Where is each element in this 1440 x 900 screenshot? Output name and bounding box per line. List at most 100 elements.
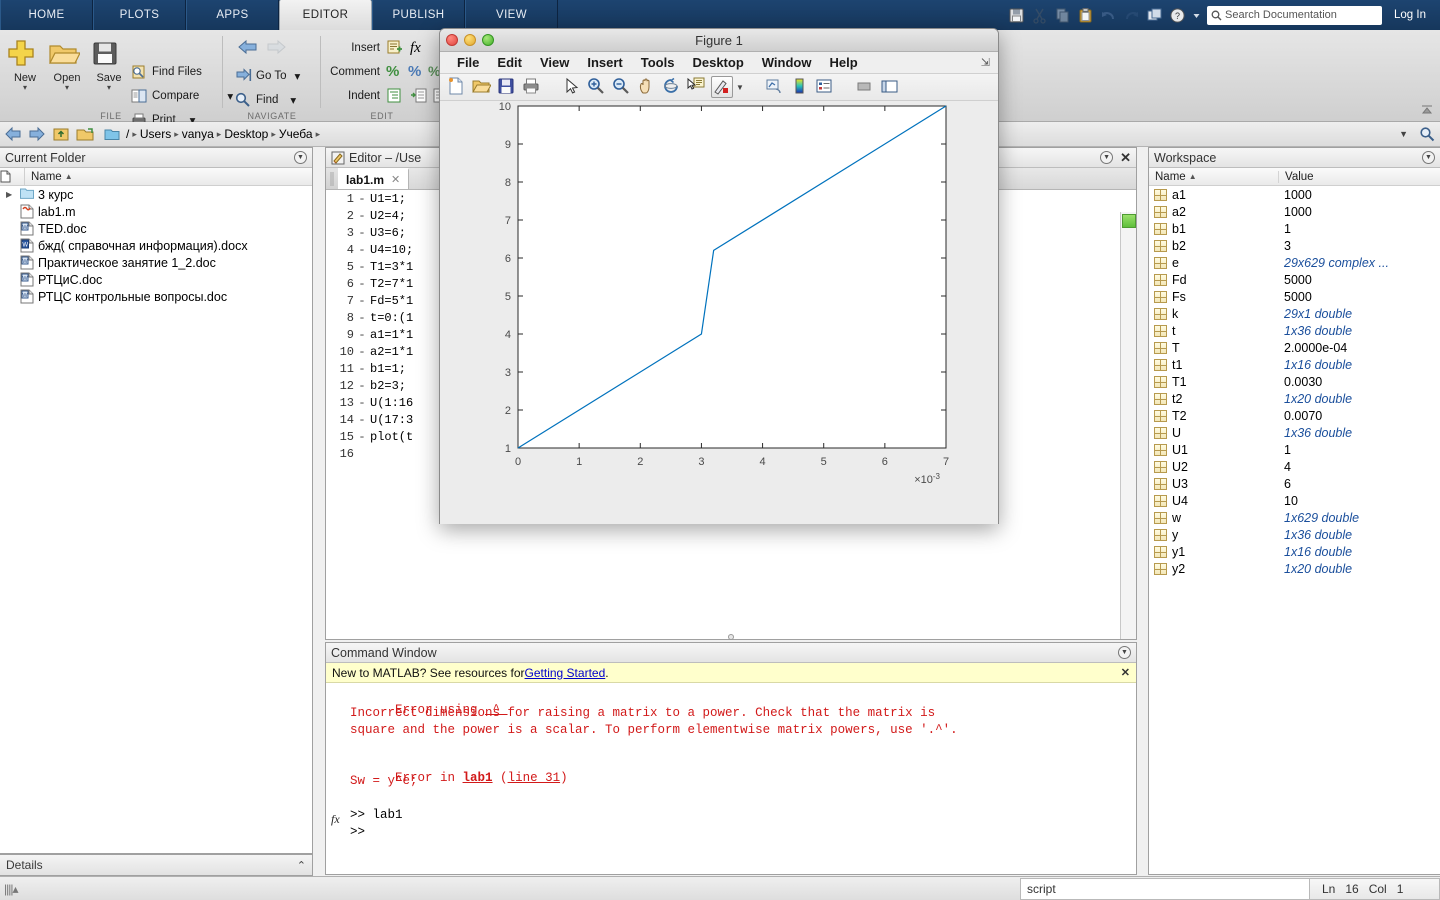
table-row[interactable]: y21x20 double xyxy=(1149,560,1440,577)
breakpoint-marker[interactable]: - xyxy=(354,260,370,274)
menu-overflow-icon[interactable]: ⇲ xyxy=(981,56,990,69)
ribbon-tab-plots[interactable]: PLOTS xyxy=(93,0,186,30)
table-row[interactable]: U1x36 double xyxy=(1149,424,1440,441)
resize-grip-icon[interactable]: ||||▴ xyxy=(0,882,30,896)
list-item[interactable]: ▶ 3 курс xyxy=(0,186,312,203)
list-item[interactable]: W TED.doc xyxy=(0,220,312,237)
menu-insert[interactable]: Insert xyxy=(578,55,631,70)
smart-indent-icon[interactable] xyxy=(386,87,404,105)
open-button[interactable]: Open ▾ xyxy=(46,36,88,92)
list-item[interactable]: W РТЦС контрольные вопросы.doc xyxy=(0,288,312,305)
column-header-name[interactable]: Name xyxy=(31,171,62,183)
ribbon-tab-publish[interactable]: PUBLISH xyxy=(372,0,465,30)
error-line-link[interactable]: line 31 xyxy=(508,771,561,785)
breakpoint-marker[interactable]: - xyxy=(354,413,370,427)
breakpoint-marker[interactable]: - xyxy=(354,277,370,291)
breadcrumb-root[interactable]: / xyxy=(126,127,129,141)
breadcrumb-ucheba[interactable]: Учеба xyxy=(279,127,313,141)
table-row[interactable]: a21000 xyxy=(1149,203,1440,220)
hide-plot-tools-icon[interactable] xyxy=(854,76,876,98)
breadcrumb-vanya[interactable]: vanya xyxy=(182,127,214,141)
table-row[interactable]: T2.0000e-04 xyxy=(1149,339,1440,356)
show-plot-tools-icon[interactable] xyxy=(879,76,901,98)
splitter-handle[interactable] xyxy=(728,634,734,640)
breakpoint-marker[interactable]: - xyxy=(354,396,370,410)
breakpoint-marker[interactable]: - xyxy=(354,430,370,444)
save-figure-icon[interactable] xyxy=(496,76,518,98)
ribbon-tab-apps[interactable]: APPS xyxy=(186,0,279,30)
list-item[interactable]: lab1.m xyxy=(0,203,312,220)
plot-axes[interactable]: 0123456712345678910 ×10-3 xyxy=(440,101,998,524)
chevron-down-icon[interactable]: ▾ xyxy=(4,84,46,92)
search-documentation-input[interactable]: Search Documentation xyxy=(1207,6,1382,25)
undo-icon[interactable] xyxy=(1100,7,1117,24)
breakpoint-marker[interactable]: - xyxy=(354,362,370,376)
figure-title-bar[interactable]: Figure 1 xyxy=(440,29,998,52)
uncomment-icon[interactable]: % xyxy=(408,63,421,80)
ribbon-tab-editor[interactable]: EDITOR xyxy=(279,0,372,30)
nav-back-icon[interactable] xyxy=(4,126,22,142)
menu-desktop[interactable]: Desktop xyxy=(683,55,752,70)
breakpoint-marker[interactable]: - xyxy=(354,192,370,206)
chevron-down-icon[interactable]: ▾ xyxy=(294,69,300,83)
log-in-button[interactable]: Log In xyxy=(1388,9,1432,21)
zoom-in-icon[interactable] xyxy=(586,76,608,98)
table-row[interactable]: U11 xyxy=(1149,441,1440,458)
code-analyzer-ok-indicator[interactable] xyxy=(1122,214,1136,228)
compare-button[interactable]: Compare ▾ xyxy=(130,84,233,108)
command-window-output[interactable]: Error using ^ Incorrect dimensions for r… xyxy=(326,683,1136,873)
breakpoint-marker[interactable]: - xyxy=(354,379,370,393)
nav-forward-icon[interactable] xyxy=(28,126,46,142)
breakpoint-marker[interactable]: - xyxy=(354,243,370,257)
menu-file[interactable]: File xyxy=(448,55,488,70)
table-row[interactable]: Fd5000 xyxy=(1149,271,1440,288)
find-files-button[interactable]: Find Files xyxy=(130,60,202,84)
breakpoint-marker[interactable]: - xyxy=(354,345,370,359)
paste-icon[interactable] xyxy=(1077,7,1094,24)
ribbon-tab-view[interactable]: VIEW xyxy=(465,0,558,30)
save-icon[interactable] xyxy=(1008,7,1025,24)
panel-options-icon[interactable]: ▼ xyxy=(1100,151,1113,164)
figure-window[interactable]: Figure 1 File Edit View Insert Tools Des… xyxy=(439,28,999,524)
save-button[interactable]: Save ▾ xyxy=(88,36,130,92)
table-row[interactable]: y11x16 double xyxy=(1149,543,1440,560)
legend-icon[interactable] xyxy=(814,76,836,98)
indent-right-icon[interactable] xyxy=(410,87,428,105)
table-row[interactable]: b23 xyxy=(1149,237,1440,254)
breakpoint-marker[interactable]: - xyxy=(354,311,370,325)
open-file-icon[interactable] xyxy=(471,76,493,98)
table-row[interactable]: Fs5000 xyxy=(1149,288,1440,305)
chevron-up-icon[interactable]: ⌃ xyxy=(297,859,306,872)
menu-tools[interactable]: Tools xyxy=(632,55,684,70)
menu-view[interactable]: View xyxy=(531,55,578,70)
workspace-column-name[interactable]: Name ▲ xyxy=(1149,171,1279,183)
table-row[interactable]: T10.0030 xyxy=(1149,373,1440,390)
pan-icon[interactable] xyxy=(636,76,658,98)
table-row[interactable]: t21x20 double xyxy=(1149,390,1440,407)
breadcrumb-desktop[interactable]: Desktop xyxy=(224,127,268,141)
table-row[interactable]: U36 xyxy=(1149,475,1440,492)
help-icon[interactable]: ? xyxy=(1169,7,1186,24)
go-to-button[interactable]: Go To ▾ xyxy=(234,64,300,88)
colorbar-icon[interactable] xyxy=(789,76,811,98)
switch-windows-icon[interactable] xyxy=(1146,7,1163,24)
panel-options-icon[interactable]: ▼ xyxy=(294,151,307,164)
code-analyzer-strip[interactable] xyxy=(1120,212,1136,639)
insert-snippet-icon[interactable] xyxy=(386,39,404,57)
table-row[interactable]: t11x16 double xyxy=(1149,356,1440,373)
data-cursor-icon[interactable] xyxy=(686,76,708,98)
chevron-down-icon[interactable]: ▾ xyxy=(88,84,130,92)
table-row[interactable]: T20.0070 xyxy=(1149,407,1440,424)
zoom-out-icon[interactable] xyxy=(611,76,633,98)
close-icon[interactable]: ✕ xyxy=(1120,150,1131,166)
address-dropdown-icon[interactable]: ▼ xyxy=(1391,129,1416,139)
ribbon-collapse-icon[interactable] xyxy=(1418,103,1436,117)
table-row[interactable]: U24 xyxy=(1149,458,1440,475)
close-banner-icon[interactable]: ✕ xyxy=(1121,666,1130,679)
menu-window[interactable]: Window xyxy=(753,55,821,70)
command-prompt-line[interactable]: >> xyxy=(350,825,1136,842)
editor-command-splitter[interactable] xyxy=(325,632,1137,642)
table-row[interactable]: a11000 xyxy=(1149,186,1440,203)
workspace-variable-list[interactable]: a11000a21000b11b23e29x629 complex ...Fd5… xyxy=(1149,186,1440,577)
table-row[interactable]: w1x629 double xyxy=(1149,509,1440,526)
